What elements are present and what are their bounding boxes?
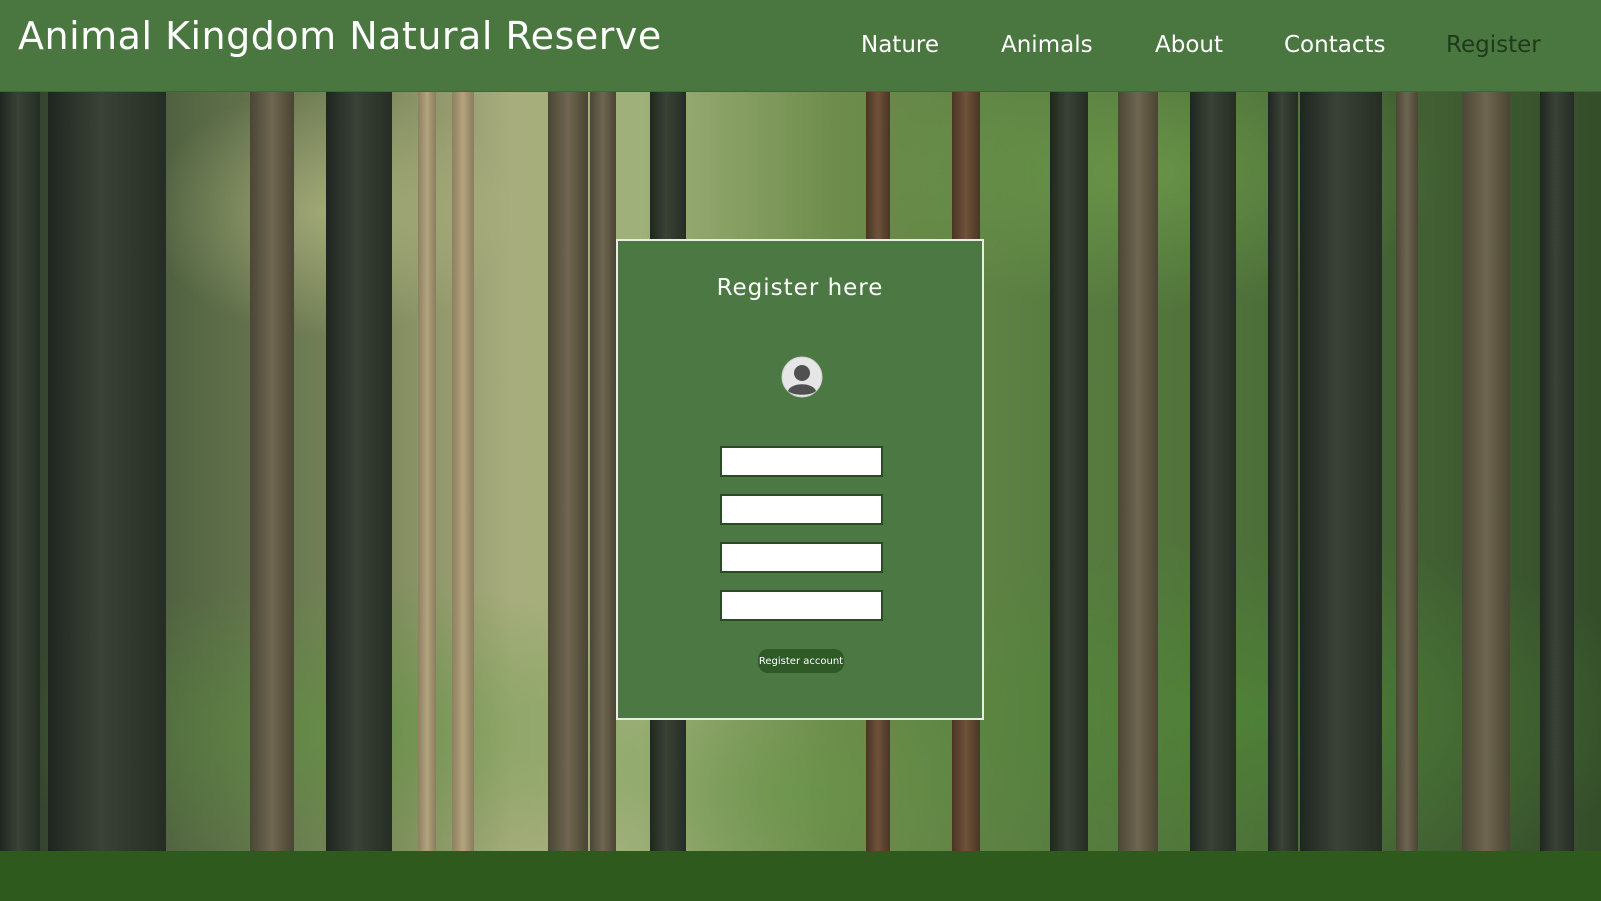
tree-trunk — [48, 92, 166, 851]
site-footer — [0, 851, 1601, 901]
tree-trunk — [1462, 92, 1510, 851]
nav-link-animals[interactable]: Animals — [1001, 32, 1093, 58]
register-title: Register here — [716, 275, 884, 301]
register-field-2[interactable] — [720, 494, 883, 525]
tree-trunk — [1300, 92, 1382, 851]
tree-trunk — [326, 92, 392, 851]
register-field-1[interactable] — [720, 446, 883, 477]
site-header: Animal Kingdom Natural Reserve Nature An… — [0, 0, 1601, 92]
nav-link-contacts[interactable]: Contacts — [1284, 32, 1385, 58]
tree-trunk — [1118, 92, 1158, 851]
tree-trunk — [452, 92, 474, 851]
register-field-4[interactable] — [720, 590, 883, 621]
tree-trunk — [1268, 92, 1298, 851]
nav-link-about[interactable]: About — [1155, 32, 1223, 58]
register-field-3[interactable] — [720, 542, 883, 573]
tree-trunk — [548, 92, 588, 851]
tree-trunk — [1190, 92, 1236, 851]
tree-trunk — [590, 92, 616, 851]
tree-trunk — [1540, 92, 1574, 851]
tree-trunk — [0, 92, 40, 851]
nav-link-nature[interactable]: Nature — [861, 32, 939, 58]
tree-trunk — [250, 92, 294, 851]
tree-trunk — [1396, 92, 1418, 851]
user-avatar-icon — [781, 356, 823, 398]
tree-trunk — [418, 92, 436, 851]
register-card: Register here Register account — [616, 239, 984, 720]
register-account-button[interactable]: Register account — [758, 649, 844, 673]
tree-trunk — [1050, 92, 1088, 851]
site-title: Animal Kingdom Natural Reserve — [18, 14, 662, 58]
nav-link-register[interactable]: Register — [1446, 32, 1541, 58]
